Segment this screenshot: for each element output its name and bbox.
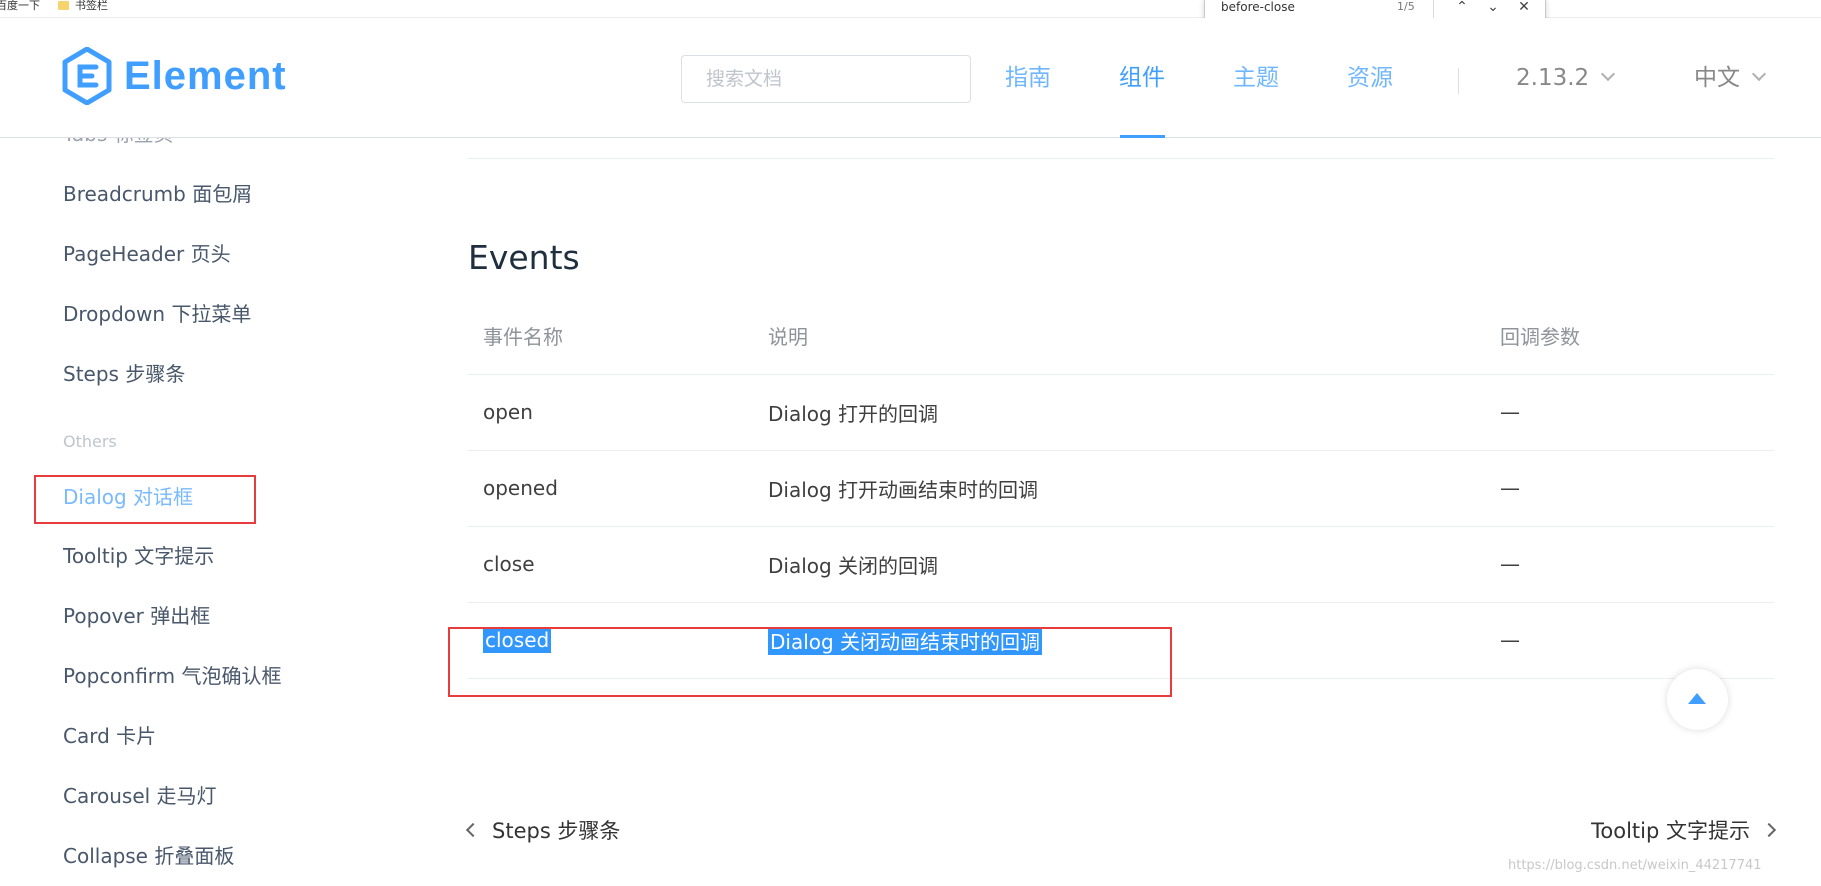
chevron-down-icon xyxy=(1751,66,1767,82)
logo-text: Element xyxy=(124,54,287,98)
prev-page-label: Steps 步骤条 xyxy=(492,819,621,843)
column-header-event-name: 事件名称 xyxy=(468,298,753,375)
next-page-label: Tooltip 文字提示 xyxy=(1591,819,1750,843)
nav-divider xyxy=(1458,68,1459,94)
bookmark-folder[interactable]: 书签栏 xyxy=(58,0,108,13)
sidebar-item-card[interactable]: Card 卡片 xyxy=(63,720,156,749)
table-header-row: 事件名称 说明 回调参数 xyxy=(468,298,1774,375)
nav-theme[interactable]: 主题 xyxy=(1233,18,1279,138)
language-label: 中文 xyxy=(1694,65,1740,91)
nav-resource[interactable]: 资源 xyxy=(1347,18,1393,138)
sidebar-item-popover[interactable]: Popover 弹出框 xyxy=(63,600,210,629)
bookmark-bar: 百度一下 书签栏 xyxy=(0,0,1821,18)
element-logo-icon xyxy=(62,47,112,105)
prev-page-link[interactable]: Steps 步骤条 xyxy=(465,815,621,845)
annotation-box-dialog xyxy=(34,475,256,524)
search-input[interactable] xyxy=(681,55,971,103)
chevron-left-icon xyxy=(465,822,481,838)
find-separator xyxy=(1433,0,1434,18)
divider xyxy=(468,158,1774,159)
close-icon[interactable]: ✕ xyxy=(1513,0,1535,18)
event-params-cell: — xyxy=(1485,526,1774,603)
events-table: 事件名称 说明 回调参数 open Dialog 打开的回调 — opened … xyxy=(468,298,1774,679)
event-name-cell: close xyxy=(468,526,753,603)
version-label: 2.13.2 xyxy=(1516,65,1590,91)
sidebar-item-collapse[interactable]: Collapse 折叠面板 xyxy=(63,840,234,869)
chevron-up-icon[interactable]: ⌃ xyxy=(1451,0,1473,18)
sidebar-item-tabs[interactable]: Tabs 标签页 xyxy=(63,138,174,147)
table-row: close Dialog 关闭的回调 — xyxy=(468,526,1774,603)
logo[interactable]: Element xyxy=(62,45,292,107)
event-params-cell: — xyxy=(1485,602,1774,679)
event-description-cell: Dialog 打开动画结束时的回调 xyxy=(753,450,1485,527)
watermark: https://blog.csdn.net/weixin_44217741 xyxy=(1508,858,1762,873)
chevron-down-icon xyxy=(1601,66,1616,82)
event-params-cell: — xyxy=(1485,374,1774,451)
column-header-callback-params: 回调参数 xyxy=(1485,298,1774,375)
sidebar-item-popconfirm[interactable]: Popconfirm 气泡确认框 xyxy=(63,660,282,689)
sidebar-item-dropdown[interactable]: Dropdown 下拉菜单 xyxy=(63,298,251,327)
event-name-cell: open xyxy=(468,374,753,451)
sidebar-item-breadcrumb[interactable]: Breadcrumb 面包屑 xyxy=(63,178,252,207)
annotation-box-closed-row xyxy=(448,627,1172,697)
find-match-count: 1/5 xyxy=(1397,0,1415,13)
event-description-cell: Dialog 打开的回调 xyxy=(753,374,1485,451)
column-header-description: 说明 xyxy=(753,298,1485,375)
table-row: opened Dialog 打开动画结束时的回调 — xyxy=(468,450,1774,527)
chevron-right-icon xyxy=(1761,822,1777,838)
find-input[interactable]: before-close xyxy=(1221,0,1295,14)
back-to-top-button[interactable] xyxy=(1667,669,1728,730)
bookmark-folder-label: 书签栏 xyxy=(75,0,108,12)
event-name-cell: opened xyxy=(468,450,753,527)
next-page-link[interactable]: Tooltip 文字提示 xyxy=(1591,815,1777,845)
version-select[interactable]: 2.13.2 xyxy=(1516,18,1616,138)
main-content: Events 事件名称 说明 回调参数 open Dialog 打开的回调 — … xyxy=(448,138,1777,886)
sidebar-item-steps[interactable]: Steps 步骤条 xyxy=(63,358,185,387)
sidebar-group-others: Others xyxy=(63,432,117,451)
chevron-down-icon[interactable]: ⌄ xyxy=(1482,0,1504,18)
section-title: Events xyxy=(468,238,580,277)
sidebar-item-pageheader[interactable]: PageHeader 页头 xyxy=(63,238,231,267)
bookmark-baidu[interactable]: 百度一下 xyxy=(0,0,40,13)
table-row: open Dialog 打开的回调 — xyxy=(468,374,1774,451)
event-params-cell: — xyxy=(1485,450,1774,527)
nav-component[interactable]: 组件 xyxy=(1119,18,1165,138)
site-header: Element 指南 组件 主题 资源 2.13.2 中文 xyxy=(0,18,1821,138)
nav-guide[interactable]: 指南 xyxy=(1005,18,1051,138)
sidebar-item-carousel[interactable]: Carousel 走马灯 xyxy=(63,780,217,809)
event-description-cell: Dialog 关闭的回调 xyxy=(753,526,1485,603)
language-select[interactable]: 中文 xyxy=(1694,18,1767,138)
sidebar-item-tooltip[interactable]: Tooltip 文字提示 xyxy=(63,540,214,569)
caret-up-icon xyxy=(1688,693,1706,704)
folder-icon xyxy=(58,1,69,10)
